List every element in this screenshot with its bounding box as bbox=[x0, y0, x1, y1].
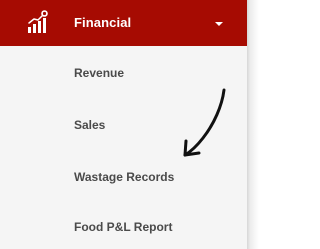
menu-item-label: Sales bbox=[74, 118, 106, 132]
financial-submenu-panel: Financial Revenue Sales Wastage Records … bbox=[0, 0, 247, 249]
menu-item-label: Wastage Records bbox=[74, 170, 175, 184]
menu-item-wastage-records[interactable]: Wastage Records bbox=[0, 158, 247, 196]
financial-menu-title: Financial bbox=[74, 15, 132, 30]
menu-item-food-pl-report[interactable]: Food P&L Report bbox=[0, 208, 247, 246]
menu-item-label: Food P&L Report bbox=[74, 220, 173, 234]
financial-chart-icon bbox=[27, 10, 49, 34]
menu-item-revenue[interactable]: Revenue bbox=[0, 54, 247, 92]
menu-item-sales[interactable]: Sales bbox=[0, 106, 247, 144]
panel-shadow bbox=[247, 0, 260, 249]
financial-menu-header[interactable]: Financial bbox=[0, 0, 247, 46]
caret-down-icon[interactable] bbox=[212, 16, 226, 26]
menu-item-label: Revenue bbox=[74, 66, 125, 80]
